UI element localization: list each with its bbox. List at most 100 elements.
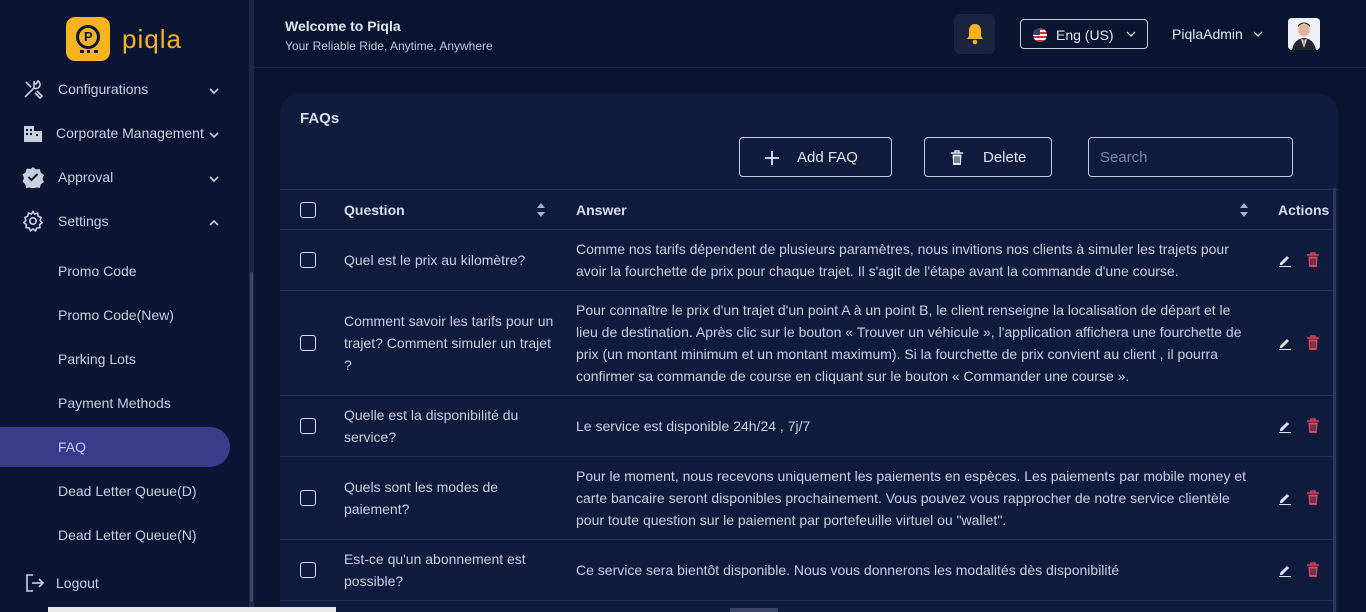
- chevron-down-icon: [209, 132, 219, 139]
- sidebar-item-label: Promo Code: [58, 263, 137, 279]
- chevron-down-icon: [209, 88, 219, 95]
- delete-label: Delete: [983, 149, 1027, 166]
- faq-answer: Ce service sera bientôt disponible. Nous…: [576, 562, 1120, 578]
- page-title: FAQs: [300, 110, 340, 127]
- sidebar-item-payment-methods[interactable]: Payment Methods: [0, 383, 230, 423]
- faq-answer: Pour le moment, nous recevons uniquement…: [576, 468, 1247, 528]
- sidebar-item-label: FAQ: [58, 439, 87, 455]
- sidebar-item-label: Dead Letter Queue(D): [58, 483, 197, 499]
- logo-badge-icon: P: [66, 17, 110, 61]
- faq-answer: Le service est disponible 24h/24 , 7j/7: [576, 418, 811, 434]
- faq-card: FAQs Add FAQ Delete Question Answer Acti…: [280, 94, 1338, 612]
- sidebar-item-settings[interactable]: Settings: [0, 203, 250, 239]
- sort-icon[interactable]: [536, 202, 546, 218]
- delete-row-icon[interactable]: [1306, 490, 1320, 506]
- table-scrollbar[interactable]: [1333, 188, 1336, 612]
- sidebar-item-label: Approval: [58, 169, 114, 185]
- delete-row-icon[interactable]: [1306, 418, 1320, 434]
- chevron-down-icon: [209, 176, 219, 183]
- sidebar-item-promo-code[interactable]: Promo Code: [0, 251, 230, 291]
- us-flag-icon: [1033, 28, 1047, 42]
- horizontal-scrollbar-thumb[interactable]: [48, 607, 336, 612]
- column-header-answer[interactable]: Answer: [576, 202, 627, 218]
- edit-icon[interactable]: [1278, 253, 1292, 267]
- edit-icon[interactable]: [1278, 491, 1292, 505]
- sidebar-item-configurations[interactable]: Configurations: [0, 71, 250, 107]
- add-faq-button[interactable]: Add FAQ: [739, 137, 892, 177]
- user-menu[interactable]: PiqlaAdmin: [1172, 26, 1243, 42]
- edit-icon[interactable]: [1278, 419, 1292, 433]
- sidebar-item-dead-letter-queue-n[interactable]: Dead Letter Queue(N): [0, 515, 230, 555]
- table-row: Quelle est la disponibilité du service? …: [280, 396, 1336, 457]
- row-checkbox[interactable]: [300, 562, 316, 578]
- sidebar-item-parking-lots[interactable]: Parking Lots: [0, 339, 230, 379]
- table-row: Comment savoir les tarifs pour un trajet…: [280, 291, 1336, 396]
- select-all-checkbox[interactable]: [300, 202, 316, 218]
- row-checkbox[interactable]: [300, 490, 316, 506]
- top-header: Welcome to Piqla Your Reliable Ride, Any…: [254, 0, 1366, 68]
- sidebar-item-label: Settings: [58, 213, 109, 229]
- sidebar-item-faq[interactable]: FAQ: [0, 427, 230, 467]
- faq-question: Quels sont les modes de paiement?: [344, 479, 499, 517]
- sidebar-item-dead-letter-queue-d[interactable]: Dead Letter Queue(D): [0, 471, 230, 511]
- language-label: Eng (US): [1056, 27, 1114, 43]
- sidebar-item-label: Promo Code(New): [58, 307, 174, 323]
- logout-label: Logout: [56, 575, 99, 591]
- column-header-question[interactable]: Question: [344, 202, 405, 218]
- logout-icon: [24, 572, 46, 594]
- trash-icon: [951, 150, 963, 165]
- faq-question: Quelle est la disponibilité du service?: [344, 407, 519, 445]
- sidebar-scrollbar-thumb[interactable]: [250, 272, 253, 602]
- table-row: Quel est le prix au kilomètre? Comme nos…: [280, 230, 1336, 291]
- sidebar-item-approval[interactable]: Approval: [0, 159, 250, 195]
- sidebar: P piqla Configurations Corporate Managem…: [0, 0, 252, 612]
- welcome-title: Welcome to Piqla: [285, 18, 401, 34]
- row-checkbox[interactable]: [300, 252, 316, 268]
- faq-table: Question Answer Actions Quel est le prix…: [280, 189, 1338, 601]
- sidebar-item-corporate-management[interactable]: Corporate Management: [0, 115, 250, 151]
- faq-question: Quel est le prix au kilomètre?: [344, 252, 526, 268]
- badge-check-icon: [22, 166, 44, 188]
- delete-button[interactable]: Delete: [924, 137, 1052, 177]
- row-checkbox[interactable]: [300, 418, 316, 434]
- chevron-up-icon: [209, 219, 219, 226]
- row-checkbox[interactable]: [300, 335, 316, 351]
- add-faq-label: Add FAQ: [797, 149, 858, 166]
- gear-icon: [22, 210, 44, 232]
- delete-row-icon[interactable]: [1306, 252, 1320, 268]
- table-header: Question Answer Actions: [280, 190, 1336, 230]
- building-icon: [22, 122, 44, 144]
- sidebar-item-label: Payment Methods: [58, 395, 171, 411]
- chevron-down-icon: [1126, 31, 1136, 37]
- chevron-down-icon[interactable]: [1252, 28, 1264, 40]
- piqla-logo[interactable]: P piqla: [66, 17, 182, 61]
- edit-icon[interactable]: [1278, 336, 1292, 350]
- faq-answer: Comme nos tarifs dépendent de plusieurs …: [576, 241, 1229, 279]
- delete-row-icon[interactable]: [1306, 562, 1320, 578]
- edit-icon[interactable]: [1278, 563, 1292, 577]
- sidebar-item-label: Parking Lots: [58, 351, 136, 367]
- brand-name: piqla: [122, 23, 182, 54]
- sort-icon[interactable]: [1239, 202, 1249, 218]
- column-header-actions: Actions: [1278, 202, 1330, 218]
- sidebar-item-promo-code-new[interactable]: Promo Code(New): [0, 295, 230, 335]
- search-input[interactable]: [1088, 137, 1293, 177]
- faq-question: Est-ce qu'un abonnement est possible?: [344, 551, 526, 589]
- language-selector[interactable]: Eng (US): [1020, 19, 1148, 49]
- avatar[interactable]: [1288, 18, 1320, 50]
- tagline: Your Reliable Ride, Anytime, Anywhere: [285, 39, 493, 53]
- faq-question: Comment savoir les tarifs pour un trajet…: [344, 313, 554, 373]
- faq-answer: Pour connaître le prix d'un trajet d'un …: [576, 302, 1242, 384]
- sidebar-item-label: Dead Letter Queue(N): [58, 527, 197, 543]
- delete-row-icon[interactable]: [1306, 335, 1320, 351]
- logout-button[interactable]: Logout: [0, 565, 250, 601]
- sidebar-item-label: Configurations: [58, 81, 149, 97]
- table-row: Est-ce qu'un abonnement est possible? Ce…: [280, 540, 1336, 601]
- horizontal-scrollbar-marker[interactable]: [730, 608, 778, 612]
- plus-icon: [765, 151, 779, 165]
- table-row: Quels sont les modes de paiement? Pour l…: [280, 457, 1336, 540]
- tools-icon: [22, 78, 44, 100]
- sidebar-item-label: Corporate Management: [56, 125, 204, 141]
- notifications-button[interactable]: [954, 14, 995, 54]
- bell-icon: [966, 24, 983, 45]
